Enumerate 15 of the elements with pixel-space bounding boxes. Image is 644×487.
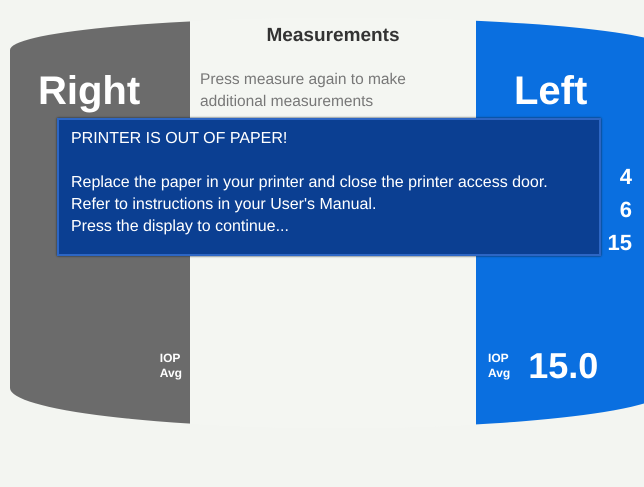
dialog-message: Press the display to continue... bbox=[71, 217, 290, 237]
reading: 6 bbox=[620, 196, 632, 224]
dialog-title: PRINTER IS OUT OF PAPER! bbox=[71, 129, 288, 149]
eye-label: Right bbox=[37, 68, 142, 114]
avg-label: IOP Avg bbox=[488, 351, 510, 381]
dialog-message: Replace the paper in your printer and close the printer access door. bbox=[71, 173, 549, 193]
dialog-message: Refer to instructions in your User's Manual. bbox=[71, 195, 378, 215]
avg-value: 15.0 bbox=[528, 345, 598, 387]
reading: 4 bbox=[620, 163, 632, 191]
instruction-text: Press measure again to make additional measurements bbox=[199, 70, 407, 112]
avg-label: IOP Avg bbox=[160, 351, 182, 381]
panel-title: Measurements bbox=[266, 25, 400, 47]
alert-dialog[interactable]: PRINTER IS OUT OF PAPER! Replace the paper in your printer and close the printer access door. Refer to instructions in your User's Manual. Press the display to continue... bbox=[57, 118, 601, 256]
reading: 15 bbox=[608, 229, 632, 257]
eye-label: Left bbox=[513, 68, 588, 114]
